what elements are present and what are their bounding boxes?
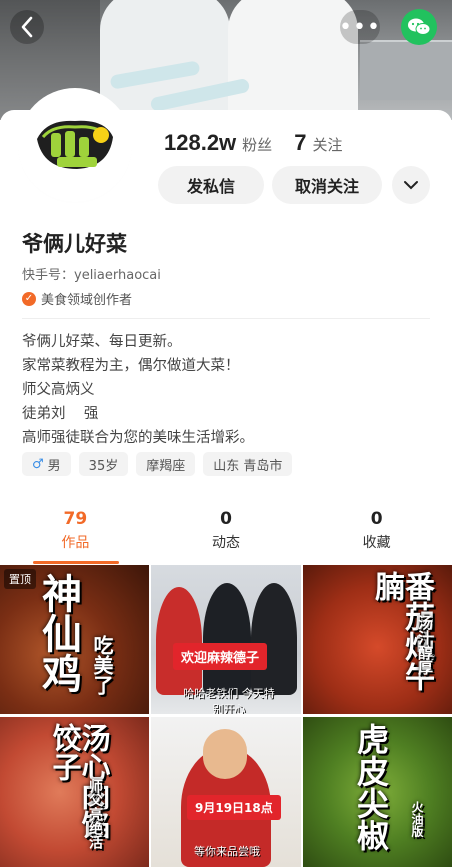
followers-label: 粉丝 bbox=[242, 136, 273, 154]
video-subtitle: 师父亮绝活 bbox=[87, 779, 103, 849]
video-thumbnail[interactable]: 欢迎麻辣德子 哈哈老铁们 今天特别开心 bbox=[151, 565, 301, 714]
expand-button[interactable] bbox=[392, 166, 430, 204]
video-grid: 置顶 神仙鸡 吃美了 欢迎麻辣德子 哈哈老铁们 今天特别开心 番茄炖牛腩 汤汁醇… bbox=[0, 565, 452, 868]
followers-stat[interactable]: 128.2w 粉丝 bbox=[164, 130, 272, 156]
video-banner: 欢迎麻辣德子 bbox=[173, 643, 268, 670]
video-caption: 等你来品尝哦 bbox=[194, 845, 260, 858]
creator-label: 美食领域创作者 bbox=[41, 293, 133, 308]
avatar[interactable] bbox=[22, 92, 128, 198]
video-thumbnail[interactable]: 番茄炖牛腩 汤汁醇厚 bbox=[303, 565, 452, 714]
channel-logo-icon bbox=[37, 120, 113, 169]
tag-gender: ♂ 男 bbox=[22, 452, 71, 476]
kuaishou-id[interactable]: 快手号：yeliaerhaocai bbox=[22, 264, 161, 283]
video-caption: 哈哈老铁们 今天特别开心 bbox=[183, 687, 275, 714]
following-count: 7 bbox=[294, 130, 307, 155]
bio-line: 师父高炳义 bbox=[22, 382, 95, 398]
tag-age: 35岁 bbox=[78, 452, 129, 476]
bio-line: 爷俩儿好菜、每日更新。 bbox=[22, 334, 182, 350]
chevron-left-icon bbox=[21, 16, 33, 38]
profile-tabs: 79 作品 0 动态 0 收藏 bbox=[0, 500, 452, 560]
more-dots-icon: ••• bbox=[339, 14, 381, 40]
active-tab-indicator bbox=[33, 561, 119, 564]
more-button[interactable]: ••• bbox=[339, 10, 381, 44]
pinned-badge: 置顶 bbox=[4, 569, 36, 589]
following-label: 关注 bbox=[312, 136, 343, 154]
person-figure bbox=[251, 583, 297, 695]
wechat-icon bbox=[408, 18, 431, 35]
tab-favorites[interactable]: 0 收藏 bbox=[301, 500, 452, 560]
profile-bio: 爷俩儿好菜、每日更新。 家常菜教程为主，偶尔做道大菜！ 师父高炳义 徒弟刘 强 … bbox=[22, 330, 254, 450]
tab-count: 0 bbox=[370, 508, 383, 529]
person-figure bbox=[156, 587, 202, 695]
bio-line: 徒弟刘 强 bbox=[22, 406, 99, 422]
profile-tags: ♂ 男 35岁 摩羯座 山东 青岛市 bbox=[22, 452, 293, 476]
video-thumbnail[interactable]: 9月19日18点 等你来品尝哦 bbox=[151, 717, 301, 867]
bio-line: 家常菜教程为主，偶尔做道大菜！ bbox=[22, 358, 240, 374]
back-button[interactable] bbox=[10, 10, 44, 44]
tag-zodiac: 摩羯座 bbox=[136, 452, 196, 476]
tab-works[interactable]: 79 作品 bbox=[0, 500, 151, 560]
video-subtitle: 吃美了 bbox=[90, 635, 114, 695]
cover-sink bbox=[360, 40, 452, 100]
gender-label: 男 bbox=[47, 458, 61, 474]
tag-location: 山东 青岛市 bbox=[203, 452, 293, 476]
following-stat[interactable]: 7 关注 bbox=[294, 130, 342, 156]
video-title: 神仙鸡 bbox=[35, 573, 82, 693]
video-title: 虎皮尖椒 bbox=[352, 723, 390, 851]
video-thumbnail[interactable]: 置顶 神仙鸡 吃美了 bbox=[0, 565, 149, 714]
video-banner: 9月19日18点 bbox=[187, 795, 281, 820]
message-button[interactable]: 发私信 bbox=[158, 166, 264, 204]
unfollow-button[interactable]: 取消关注 bbox=[272, 166, 382, 204]
wechat-share-button[interactable] bbox=[401, 9, 437, 45]
tab-label: 动态 bbox=[212, 534, 240, 551]
creator-badge[interactable]: ✓ 美食领域创作者 bbox=[22, 289, 132, 308]
profile-stats: 128.2w 粉丝 7 关注 bbox=[164, 130, 342, 156]
bio-line: 高师强徒联合为您的美味生活增彩。 bbox=[22, 430, 254, 446]
video-thumbnail[interactable]: 汤心肉馅饺子 师父亮绝活 bbox=[0, 717, 149, 867]
tab-count: 79 bbox=[63, 508, 88, 529]
tab-label: 作品 bbox=[61, 534, 90, 551]
video-subtitle: 汤汁醇厚 bbox=[416, 615, 434, 675]
followers-count: 128.2w bbox=[164, 130, 237, 155]
video-subtitle: 火油版 bbox=[410, 801, 424, 837]
person-figure bbox=[203, 583, 251, 695]
male-icon: ♂ bbox=[32, 456, 44, 472]
chevron-down-icon bbox=[404, 181, 418, 190]
divider bbox=[22, 318, 430, 319]
tab-label: 收藏 bbox=[362, 534, 391, 551]
profile-page: ••• 128.2w 粉丝 7 关注 发私信 取消关注 爷俩儿好菜 快手号：ye… bbox=[0, 0, 452, 868]
person-face bbox=[203, 729, 247, 779]
video-thumbnail[interactable]: 虎皮尖椒 火油版 bbox=[303, 717, 452, 867]
profile-name: 爷俩儿好菜 bbox=[22, 232, 127, 256]
tab-count: 0 bbox=[220, 508, 232, 529]
check-badge-icon: ✓ bbox=[22, 291, 36, 306]
tab-moments[interactable]: 0 动态 bbox=[151, 500, 302, 560]
